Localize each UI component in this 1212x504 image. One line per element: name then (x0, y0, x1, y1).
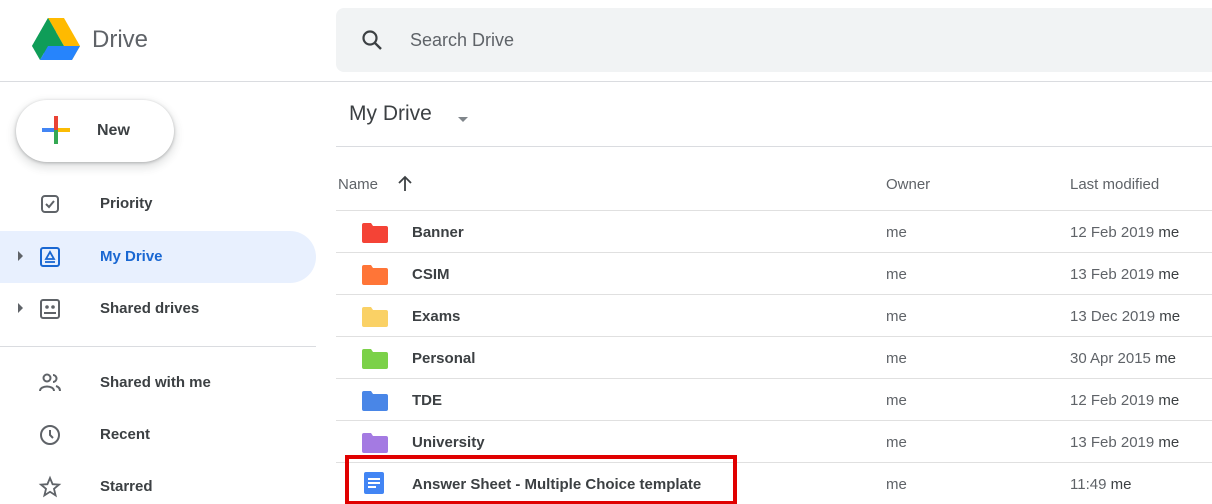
file-last-modified: 30 Apr 2015 me (1070, 350, 1176, 367)
header: Drive Search Drive (0, 0, 1212, 82)
sidebar-item-label: Shared with me (100, 374, 211, 391)
shared-drives-icon (40, 299, 60, 319)
clock-icon (40, 425, 60, 445)
table-row[interactable]: Exams me 13 Dec 2019 me (336, 295, 1212, 337)
sidebar-item-label: My Drive (100, 248, 163, 265)
folder-icon (362, 307, 388, 327)
expand-arrow-icon[interactable] (18, 303, 23, 313)
drive-logo-icon[interactable] (32, 18, 80, 64)
file-last-modified: 13 Feb 2019 me (1070, 266, 1179, 283)
file-owner: me (886, 266, 907, 283)
modified-date: 13 Feb 2019 (1070, 266, 1155, 283)
sidebar-item-label: Recent (100, 426, 151, 443)
shared-with-me-icon (39, 373, 61, 392)
sidebar-item-label: Shared drives (100, 300, 200, 317)
folder-icon (362, 349, 388, 369)
my-drive-icon (40, 247, 60, 267)
file-last-modified: 12 Feb 2019 me (1070, 224, 1179, 241)
file-name[interactable]: TDE (412, 392, 442, 409)
modified-date: 13 Dec 2019 (1070, 308, 1156, 325)
file-owner: me (886, 434, 907, 451)
chevron-down-icon[interactable] (458, 117, 468, 122)
modified-date: 12 Feb 2019 (1070, 392, 1155, 409)
search-input[interactable]: Search Drive (410, 30, 514, 51)
folder-icon (362, 391, 388, 411)
file-owner: me (886, 392, 907, 409)
plus-icon (42, 116, 70, 144)
modified-by: me (1158, 434, 1180, 451)
modified-date: 30 Apr 2015 (1070, 350, 1151, 367)
modified-date: 11:49 (1070, 476, 1107, 493)
table-row[interactable]: Banner me 12 Feb 2019 me (336, 211, 1212, 253)
file-name[interactable]: Personal (412, 350, 475, 367)
star-icon (38, 475, 62, 498)
file-owner: me (886, 350, 907, 367)
table-row[interactable]: TDE me 12 Feb 2019 me (336, 379, 1212, 421)
file-owner: me (886, 224, 907, 241)
file-owner: me (886, 308, 907, 325)
column-header-name[interactable]: Name (338, 176, 378, 193)
new-button-label: New (97, 122, 130, 139)
sidebar-item-priority[interactable]: Priority (0, 178, 316, 230)
modified-date: 13 Feb 2019 (1070, 434, 1155, 451)
modified-by: me (1110, 476, 1132, 493)
modified-by: me (1158, 224, 1180, 241)
sidebar-item-recent[interactable]: Recent (0, 409, 316, 461)
file-last-modified: 12 Feb 2019 me (1070, 392, 1179, 409)
breadcrumb[interactable]: My Drive (349, 102, 432, 126)
highlight-box (345, 455, 737, 504)
divider (336, 146, 1212, 147)
file-name[interactable]: University (412, 434, 485, 451)
file-owner: me (886, 476, 907, 493)
sidebar-item-shared-with-me[interactable]: Shared with me (0, 357, 316, 409)
file-last-modified: 13 Feb 2019 me (1070, 434, 1179, 451)
folder-icon (362, 223, 388, 243)
file-name[interactable]: CSIM (412, 266, 450, 283)
file-last-modified: 13 Dec 2019 me (1070, 308, 1180, 325)
table-row[interactable]: CSIM me 13 Feb 2019 me (336, 253, 1212, 295)
sidebar-item-label: Priority (100, 195, 153, 212)
file-name[interactable]: Exams (412, 308, 460, 325)
column-header-owner[interactable]: Owner (886, 176, 930, 193)
column-header-last-modified[interactable]: Last modified (1070, 176, 1159, 193)
search-icon[interactable] (360, 28, 384, 52)
app-brand[interactable]: Drive (92, 26, 148, 54)
table-row[interactable]: Personal me 30 Apr 2015 me (336, 337, 1212, 379)
file-last-modified: 11:49 me (1070, 476, 1131, 493)
expand-arrow-icon[interactable] (18, 251, 23, 261)
file-name[interactable]: Banner (412, 224, 464, 241)
modified-date: 12 Feb 2019 (1070, 224, 1155, 241)
sidebar-item-shared-drives[interactable]: Shared drives (0, 283, 316, 335)
priority-icon (41, 195, 59, 213)
sort-ascending-icon[interactable] (397, 174, 413, 192)
modified-by: me (1159, 308, 1181, 325)
modified-by: me (1158, 392, 1180, 409)
modified-by: me (1158, 266, 1180, 283)
folder-icon (362, 433, 388, 453)
sidebar-item-label: Starred (100, 478, 153, 495)
sidebar-item-my-drive[interactable]: My Drive (0, 231, 316, 283)
modified-by: me (1155, 350, 1176, 367)
folder-icon (362, 265, 388, 285)
search-bar[interactable]: Search Drive (336, 8, 1212, 72)
sidebar-divider (0, 346, 316, 347)
new-button[interactable]: New (16, 100, 174, 162)
sidebar-item-starred[interactable]: Starred (0, 461, 316, 504)
